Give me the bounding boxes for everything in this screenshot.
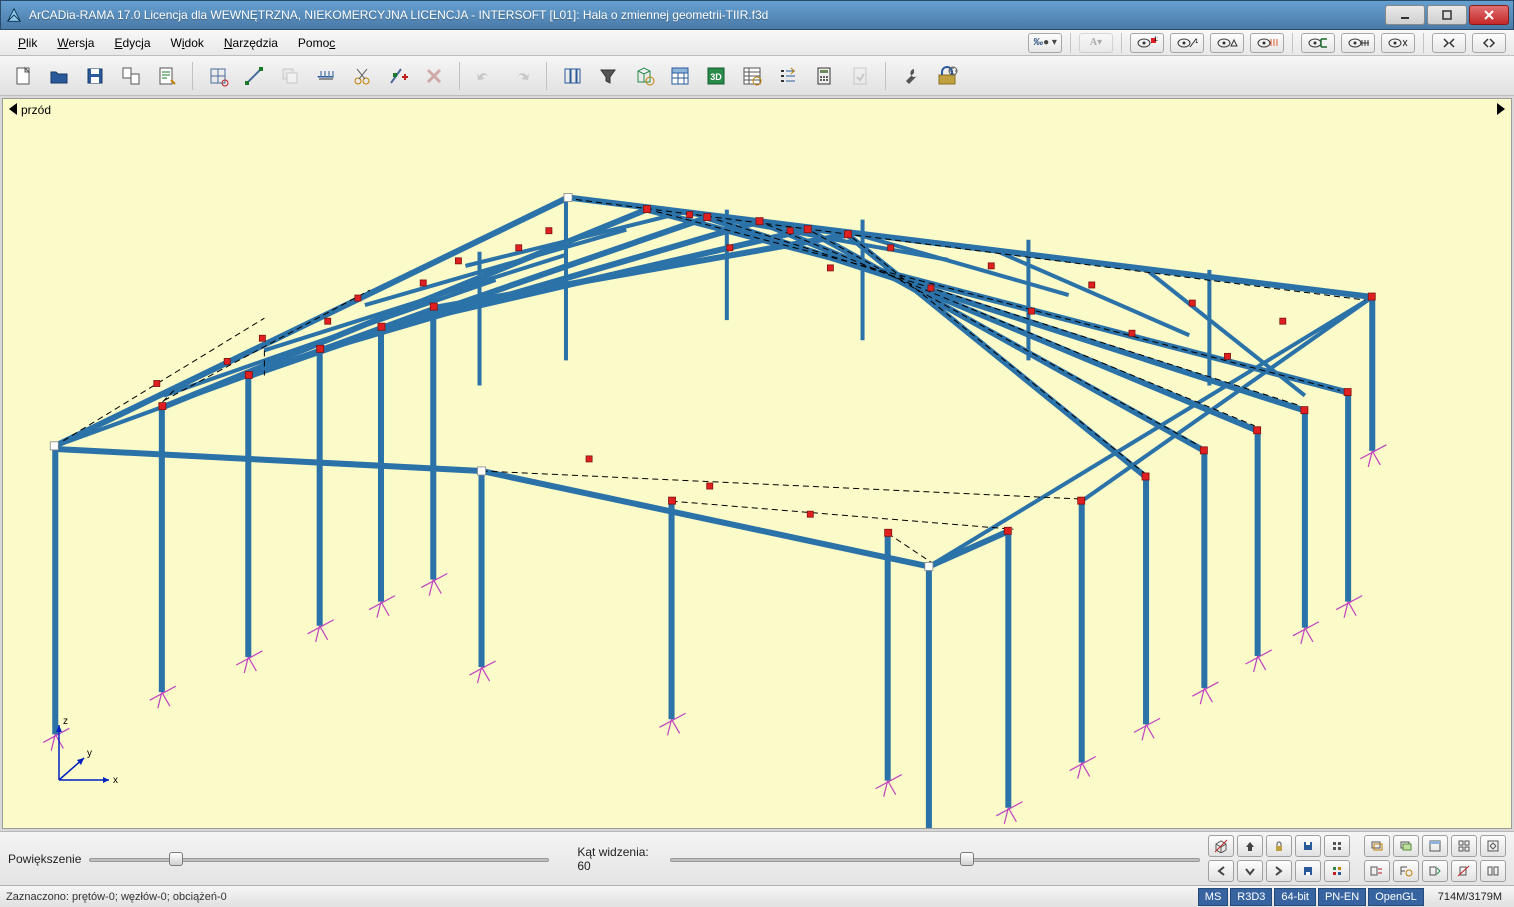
view-lock-button[interactable] (1266, 835, 1292, 857)
menu-narzedzia[interactable]: Narzędzia (214, 32, 288, 54)
view-refresh-button[interactable] (1324, 860, 1350, 882)
viewport-3d[interactable]: przód (2, 98, 1512, 829)
load-button[interactable] (311, 61, 341, 91)
view-show-all-button[interactable] (1381, 33, 1415, 53)
groups-button[interactable] (629, 61, 659, 91)
view-sections-button[interactable] (1301, 33, 1335, 53)
memory-status: 714M/3179M (1432, 889, 1508, 905)
zoom-label: Powiększenie (8, 852, 81, 866)
view-max-button[interactable] (1480, 835, 1506, 857)
results-button[interactable] (845, 61, 875, 91)
window-title: ArCADia-RAMA 17.0 Licencja dla WEWNĘTRZN… (29, 8, 1385, 22)
settings-list-button[interactable] (773, 61, 803, 91)
badge-r3d3: R3D3 (1230, 888, 1272, 906)
badge-pnen: PN-EN (1318, 888, 1366, 906)
maximize-button[interactable] (1427, 5, 1467, 25)
view-loads-button[interactable] (1250, 33, 1284, 53)
new-file-button[interactable] (8, 61, 38, 91)
svg-text:11: 11 (1195, 39, 1198, 45)
svg-text:11: 11 (1154, 37, 1158, 43)
add-node-button[interactable] (383, 61, 413, 91)
3d-view-button[interactable]: 3D (701, 61, 731, 91)
calculator-button[interactable] (809, 61, 839, 91)
view-down-button[interactable] (1237, 860, 1263, 882)
view-a-button[interactable] (1364, 860, 1390, 882)
open-file-button[interactable] (44, 61, 74, 91)
text-style-button[interactable]: A▾ (1079, 33, 1113, 53)
badge-opengl: OpenGL (1368, 888, 1424, 906)
main-toolbar: 3D (0, 56, 1514, 96)
view-save-button[interactable] (1295, 835, 1321, 857)
menubar: Plik Wersja Edycja Widok Narzędzia Pomoc… (0, 30, 1514, 56)
sections-button[interactable] (557, 61, 587, 91)
structure-render (3, 99, 1511, 829)
redo-button[interactable] (506, 61, 536, 91)
menu-wersja[interactable]: Wersja (47, 32, 104, 54)
frame-structure (43, 194, 1386, 829)
config-button[interactable] (932, 61, 962, 91)
wrench-button[interactable] (896, 61, 926, 91)
zoom-slider[interactable] (89, 850, 549, 868)
view-toggle-group: ‰ ● ▾ A▾ 11 11 (1028, 33, 1506, 53)
view-window-button[interactable] (1422, 835, 1448, 857)
report-button[interactable] (152, 61, 182, 91)
load-combo-button[interactable]: ‰ ● ▾ (1028, 33, 1062, 53)
properties-button[interactable] (737, 61, 767, 91)
view-load2-button[interactable] (1295, 860, 1321, 882)
filter-button[interactable] (593, 61, 623, 91)
view-c-button[interactable] (1422, 860, 1448, 882)
view-left-button[interactable] (1208, 860, 1234, 882)
statusbar: Zaznaczono: prętów-0; węzłów-0; obciążeń… (0, 885, 1514, 907)
bottom-panel: Powiększenie Kąt widzenia: 60 (0, 831, 1514, 885)
menu-pomoc[interactable]: Pomoc (288, 32, 345, 54)
view-nodes-button[interactable]: 11 (1130, 33, 1164, 53)
titlebar: ArCADia-RAMA 17.0 Licencja dla WEWNĘTRZN… (0, 0, 1514, 30)
view-grid-button[interactable] (1324, 835, 1350, 857)
view-d-button[interactable] (1451, 860, 1477, 882)
cut-button[interactable] (347, 61, 377, 91)
fov-slider[interactable] (670, 850, 1200, 868)
copy-button[interactable] (275, 61, 305, 91)
grid-button[interactable] (203, 61, 233, 91)
view-right-button[interactable] (1266, 860, 1292, 882)
view-layers2-button[interactable] (1393, 835, 1419, 857)
undo-button[interactable] (470, 61, 500, 91)
selection-status: Zaznaczono: prętów-0; węzłów-0; obciążeń… (6, 891, 227, 903)
collapse-button[interactable] (1432, 33, 1466, 53)
minimize-button[interactable] (1385, 5, 1425, 25)
view-up-button[interactable] (1237, 835, 1263, 857)
close-button[interactable] (1469, 5, 1509, 25)
save-file-button[interactable] (80, 61, 110, 91)
menu-plik[interactable]: Plik (8, 32, 47, 54)
expand-button[interactable] (1472, 33, 1506, 53)
svg-text:3D: 3D (710, 72, 722, 82)
badge-ms: MS (1198, 888, 1229, 906)
view-multi-button[interactable] (1451, 835, 1477, 857)
view-e-button[interactable] (1480, 860, 1506, 882)
app-icon (5, 6, 23, 24)
delete-button[interactable] (419, 61, 449, 91)
table-button[interactable] (665, 61, 695, 91)
view-dimensions-button[interactable] (1341, 33, 1375, 53)
badge-64bit: 64-bit (1274, 888, 1316, 906)
page-setup-button[interactable] (116, 61, 146, 91)
draw-bar-button[interactable] (239, 61, 269, 91)
menu-edycja[interactable]: Edycja (104, 32, 160, 54)
view-layers1-button[interactable] (1364, 835, 1390, 857)
menu-widok[interactable]: Widok (161, 32, 214, 54)
view-fit-button[interactable] (1208, 835, 1234, 857)
fov-label: Kąt widzenia: 60 (577, 845, 662, 873)
view-controls (1208, 835, 1506, 882)
view-bars-button[interactable]: 11 (1170, 33, 1204, 53)
view-supports-button[interactable] (1210, 33, 1244, 53)
view-b-button[interactable] (1393, 860, 1419, 882)
